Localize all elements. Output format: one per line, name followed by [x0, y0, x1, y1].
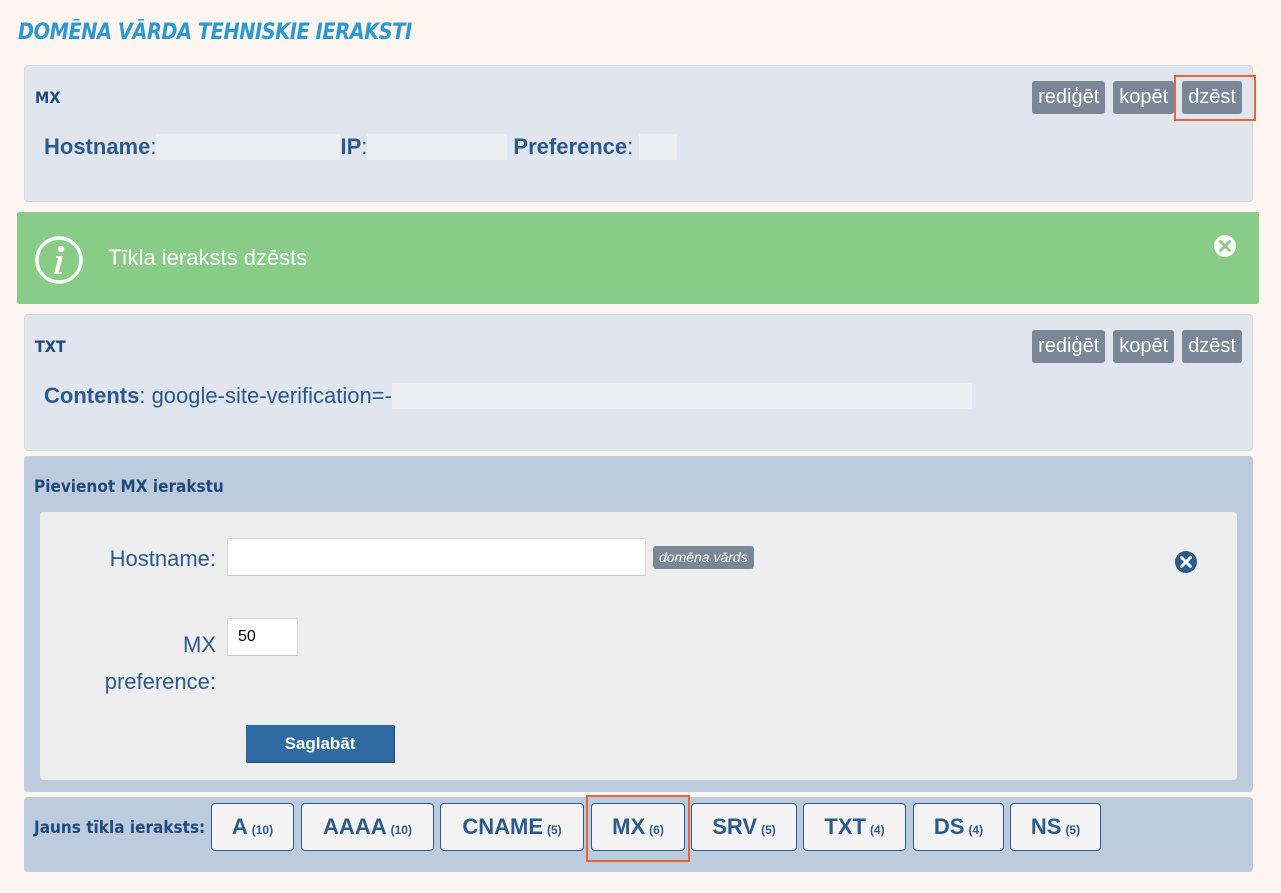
- record-txt: TXT rediģēt kopēt dzēst Contents: google…: [24, 314, 1253, 451]
- info-icon: [35, 236, 83, 284]
- type-button-aaaa[interactable]: AAAA (10): [301, 803, 434, 851]
- copy-button[interactable]: kopēt: [1113, 81, 1175, 114]
- type-button-srv[interactable]: SRV (5): [691, 803, 797, 851]
- separator: :: [627, 134, 634, 159]
- copy-button[interactable]: kopēt: [1113, 330, 1175, 363]
- hostname-value: [156, 134, 341, 160]
- edit-button[interactable]: rediģēt: [1032, 81, 1106, 114]
- record-type: MX: [35, 88, 61, 107]
- mx-label-line1: MX: [183, 632, 216, 657]
- contents-label: Contents: [44, 383, 140, 408]
- type-button-ns[interactable]: NS (5): [1010, 803, 1101, 851]
- type-name: A: [231, 814, 248, 839]
- edit-button[interactable]: rediģēt: [1032, 330, 1106, 363]
- type-name: SRV: [712, 814, 758, 839]
- close-circle-icon[interactable]: [1174, 550, 1198, 574]
- hostname-label: Hostname:: [109, 546, 216, 571]
- hostname-label: Hostname: [44, 134, 151, 159]
- type-name: TXT: [824, 814, 866, 839]
- hostname-input[interactable]: [227, 538, 646, 576]
- type-button-a[interactable]: A (10): [211, 803, 294, 851]
- type-count: (10): [251, 823, 274, 837]
- type-button-cname[interactable]: CNAME (5): [440, 803, 584, 851]
- new-record-label: Jauns tīkla ieraksts:: [34, 818, 206, 838]
- preference-value: [639, 134, 678, 160]
- close-circle-icon[interactable]: [1213, 234, 1237, 258]
- delete-wrapper: dzēst: [1174, 75, 1257, 121]
- mx-preference-label: MX preference:: [60, 626, 216, 700]
- add-form-title: Pievienot MX ierakstu: [34, 477, 224, 497]
- save-button[interactable]: Saglabāt: [246, 725, 394, 762]
- type-name: DS: [933, 814, 965, 839]
- type-count: (5): [547, 823, 562, 837]
- type-name: NS: [1030, 814, 1062, 839]
- domain-name-tag[interactable]: domēna vārds: [653, 546, 754, 569]
- type-name: AAAA: [323, 814, 387, 839]
- type-button-txt[interactable]: TXT (4): [803, 803, 906, 851]
- page-title: DOMĒNA VĀRDA TEHNISKIE IERAKSTI: [18, 20, 412, 45]
- contents-value: google-site-verification=-: [145, 383, 392, 408]
- type-count: (5): [761, 823, 776, 837]
- mx-label-line2: preference:: [104, 669, 216, 694]
- type-name: CNAME: [462, 814, 543, 839]
- type-count: (4): [968, 823, 984, 837]
- record-actions: rediģēt kopēt dzēst: [1032, 75, 1257, 121]
- ip-value: [367, 134, 508, 160]
- alert-message: Tīkla ieraksts dzēsts: [108, 245, 308, 270]
- type-count: (6): [649, 823, 664, 837]
- type-count: (10): [390, 823, 412, 837]
- record-fields: Contents: google-site-verification=-: [44, 383, 972, 409]
- preference-label: Preference: [513, 134, 628, 159]
- ip-label: IP: [340, 134, 362, 159]
- contents-redacted: [391, 383, 972, 409]
- mx-preference-input[interactable]: [227, 618, 298, 656]
- delete-button[interactable]: dzēst: [1182, 330, 1242, 363]
- type-button-mx[interactable]: MX (6): [591, 803, 685, 851]
- type-name: MX: [612, 814, 646, 839]
- record-type: TXT: [35, 337, 66, 356]
- type-button-ds[interactable]: DS (4): [913, 803, 1004, 851]
- record-fields: Hostname: IP: Preference:: [44, 134, 678, 160]
- record-actions: rediģēt kopēt dzēst: [1032, 330, 1242, 363]
- type-count: (4): [869, 823, 885, 837]
- type-count: (5): [1065, 823, 1081, 837]
- record-mx: MX rediģēt kopēt dzēst Hostname: IP: Pre…: [24, 65, 1257, 202]
- delete-button[interactable]: dzēst: [1182, 81, 1242, 114]
